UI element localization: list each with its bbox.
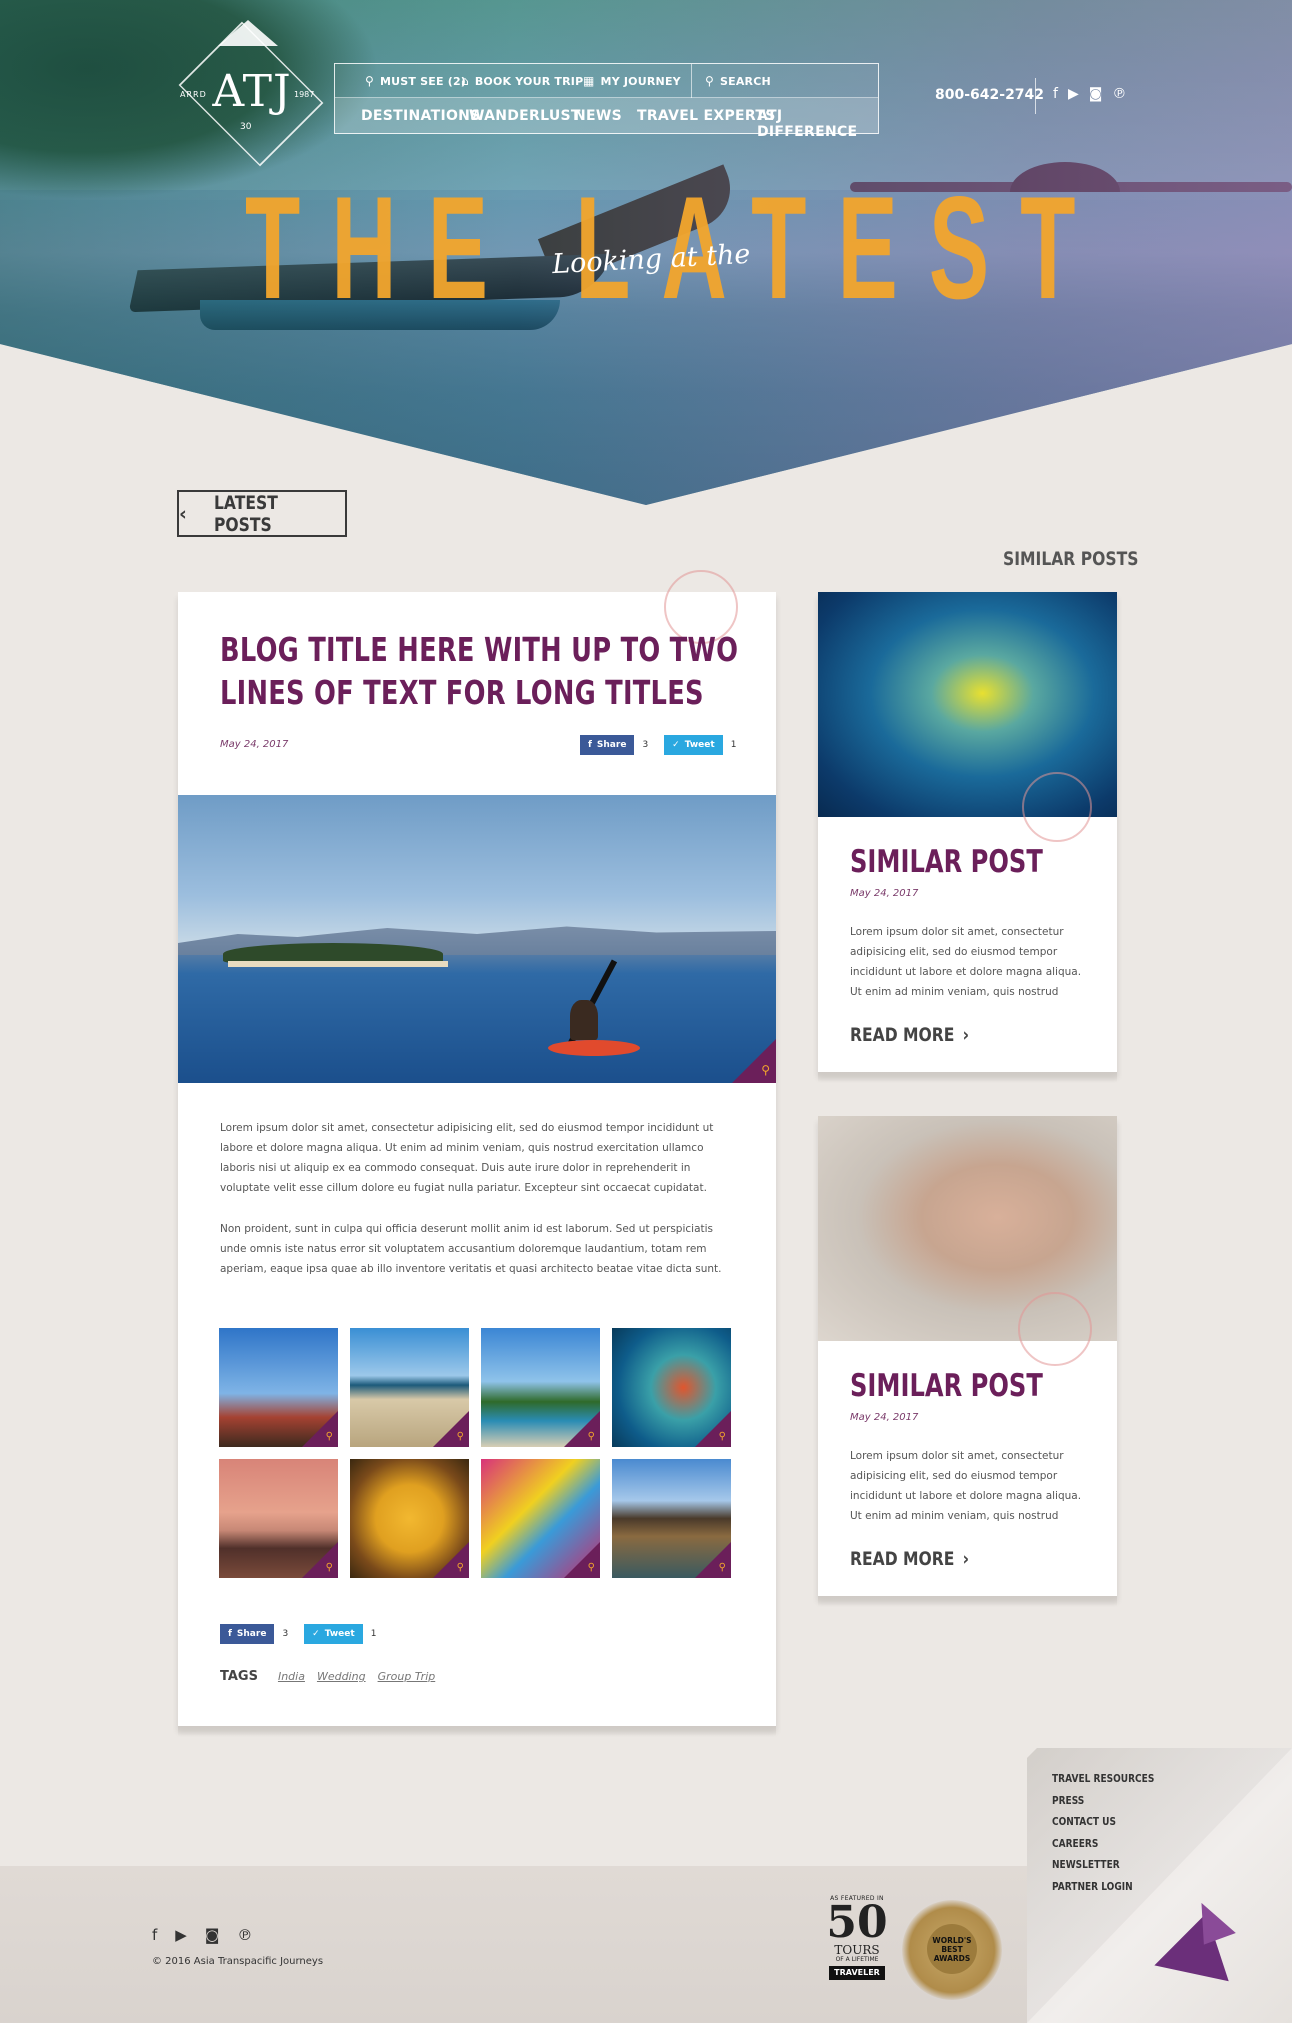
tweet-button[interactable]: ✓ Tweet (304, 1624, 363, 1644)
twitter-icon: ✓ (312, 1629, 320, 1639)
site-logo[interactable]: ATJ ARRD 1987 30 (152, 20, 348, 167)
postmark-decoration (1022, 772, 1092, 842)
footer-links: TRAVEL RESOURCES PRESS CONTACT US CAREER… (1052, 1772, 1177, 1895)
tweet-count: 1 (730, 740, 737, 750)
nav-travel-experts[interactable]: TRAVEL EXPERTS (637, 108, 776, 124)
book-trip-link[interactable]: ⌂ BOOK YOUR TRIP (461, 74, 583, 88)
my-journey-link[interactable]: ▦ MY JOURNEY (583, 74, 681, 88)
post-title: BLOG TITLE HERE WITH UP TO TWO LINES OF … (220, 630, 739, 712)
map-icon: ▦ (583, 74, 595, 88)
facebook-icon[interactable]: f (1053, 86, 1058, 102)
phone-number[interactable]: 800-642-2742 (935, 87, 1044, 103)
chevron-left-icon: ‹ (179, 502, 187, 525)
similar-post-excerpt: Lorem ipsum dolor sit amet, consectetur … (850, 926, 1082, 998)
nav-destinations[interactable]: DESTINATIONS (361, 108, 481, 124)
magnifier-icon: ⚲ (456, 1431, 464, 1442)
tags-label: TAGS (220, 1669, 258, 1684)
gallery-thumbnail[interactable]: ⚲ (481, 1459, 600, 1578)
tag-link[interactable]: Wedding (317, 1670, 366, 1683)
similar-post-title[interactable]: SIMILAR POST (850, 1368, 1043, 1404)
post-paragraph: Lorem ipsum dolor sit amet, consectetur … (220, 1122, 714, 1194)
gallery-thumbnail[interactable]: ⚲ (612, 1459, 731, 1578)
share-bar-bottom: f Share 3 ✓ Tweet 1 (220, 1624, 384, 1644)
gallery-thumbnail[interactable]: ⚲ (612, 1328, 731, 1447)
footer-link-contact[interactable]: CONTACT US (1052, 1815, 1154, 1831)
facebook-icon[interactable]: f (152, 1926, 157, 1944)
tag-link[interactable]: India (278, 1670, 305, 1683)
footer-link-partner-login[interactable]: PARTNER LOGIN (1052, 1880, 1154, 1896)
tag-link[interactable]: Group Trip (378, 1670, 436, 1683)
tours-badge: AS FEATURED IN 50 TOURS OF A LIFETIME TR… (825, 1895, 889, 1999)
pinterest-icon[interactable]: ℗ (237, 1926, 252, 1944)
footer-social: f ▶ ◙ ℗ (152, 1926, 252, 1944)
instagram-icon[interactable]: ◙ (205, 1926, 220, 1944)
search-icon: ⚲ (705, 74, 714, 88)
chevron-right-icon: › (962, 1548, 970, 1570)
footer-link-newsletter[interactable]: NEWSLETTER (1052, 1858, 1154, 1874)
gallery-thumbnail[interactable]: ⚲ (219, 1328, 338, 1447)
tag-icon: ⌂ (461, 74, 469, 88)
share-bar-top: f Share 3 ✓ Tweet 1 (580, 735, 744, 755)
post-featured-image[interactable]: ⚲ (178, 795, 776, 1083)
similar-post-excerpt: Lorem ipsum dolor sit amet, consectetur … (850, 1450, 1082, 1522)
similar-post-card[interactable]: SIMILAR POST May 24, 2017 Lorem ipsum do… (818, 1116, 1117, 1606)
facebook-icon: f (228, 1629, 232, 1639)
facebook-share-button[interactable]: f Share (580, 735, 635, 755)
chevron-right-icon: › (962, 1024, 970, 1046)
search-link[interactable]: ⚲ SEARCH (705, 74, 771, 88)
twitter-icon: ✓ (672, 740, 680, 750)
latest-posts-button[interactable]: ‹ LATEST POSTS (177, 490, 347, 537)
facebook-icon: f (588, 740, 592, 750)
pinterest-icon[interactable]: ℗ (1112, 86, 1126, 102)
youtube-icon[interactable]: ▶ (1068, 86, 1079, 102)
gallery-thumbnail[interactable]: ⚲ (219, 1459, 338, 1578)
share-count: 3 (642, 740, 649, 750)
gallery-thumbnail[interactable]: ⚲ (481, 1328, 600, 1447)
post-date: May 24, 2017 (220, 739, 289, 750)
read-more-link[interactable]: READ MORE › (850, 1548, 969, 1570)
postmark-decoration (1018, 1292, 1092, 1366)
footer-link-travel-resources[interactable]: TRAVEL RESOURCES (1052, 1772, 1154, 1788)
share-count: 3 (282, 1629, 289, 1639)
gallery-thumbnail[interactable]: ⚲ (350, 1459, 469, 1578)
magnifier-icon: ⚲ (587, 1562, 595, 1573)
magnifier-icon: ⚲ (456, 1562, 464, 1573)
magnifier-icon: ⚲ (761, 1063, 770, 1077)
magnifier-icon: ⚲ (718, 1431, 726, 1442)
magnifier-icon: ⚲ (587, 1431, 595, 1442)
similar-post-title[interactable]: SIMILAR POST (850, 844, 1043, 880)
copyright: © 2016 Asia Transpacific Journeys (152, 1956, 324, 1967)
gallery-thumbnail[interactable]: ⚲ (350, 1328, 469, 1447)
post-tags: TAGS India Wedding Group Trip (220, 1669, 435, 1684)
tweet-count: 1 (370, 1629, 377, 1639)
instagram-icon[interactable]: ◙ (1089, 86, 1103, 102)
blog-post-card: BLOG TITLE HERE WITH UP TO TWO LINES OF … (178, 570, 776, 1736)
magnifier-icon: ⚲ (325, 1431, 333, 1442)
magnifier-icon: ⚲ (325, 1562, 333, 1573)
similar-post-date: May 24, 2017 (850, 888, 919, 899)
nav-atj-difference[interactable]: ATJ DIFFERENCE (757, 108, 878, 140)
main-navigation: ⚲ MUST SEE (2) ⌂ BOOK YOUR TRIP ▦ MY JOURNE… (334, 63, 879, 140)
magnifier-icon: ⚲ (718, 1562, 726, 1573)
header-social: f ▶ ◙ ℗ (1053, 86, 1126, 102)
tweet-button[interactable]: ✓ Tweet (664, 735, 723, 755)
crane-icon (218, 20, 278, 46)
award-badge: WORLD'S BEST AWARDS (902, 1900, 1002, 2000)
similar-post-date: May 24, 2017 (850, 1412, 919, 1423)
read-more-link[interactable]: READ MORE › (850, 1024, 969, 1046)
nav-news[interactable]: NEWS (574, 108, 622, 124)
pin-icon: ⚲ (365, 74, 374, 88)
post-paragraph: Non proident, sunt in culpa qui officia … (220, 1223, 722, 1275)
similar-posts-heading: SIMILAR POSTS (1003, 548, 1139, 570)
nav-wanderlust[interactable]: WANDERLUST (469, 108, 581, 124)
facebook-share-button[interactable]: f Share (220, 1624, 275, 1644)
youtube-icon[interactable]: ▶ (175, 1926, 187, 1944)
footer-link-careers[interactable]: CAREERS (1052, 1837, 1154, 1853)
similar-post-card[interactable]: SIMILAR POST May 24, 2017 Lorem ipsum do… (818, 592, 1117, 1082)
must-see-link[interactable]: ⚲ MUST SEE (2) (365, 74, 466, 88)
footer-link-press[interactable]: PRESS (1052, 1794, 1154, 1810)
